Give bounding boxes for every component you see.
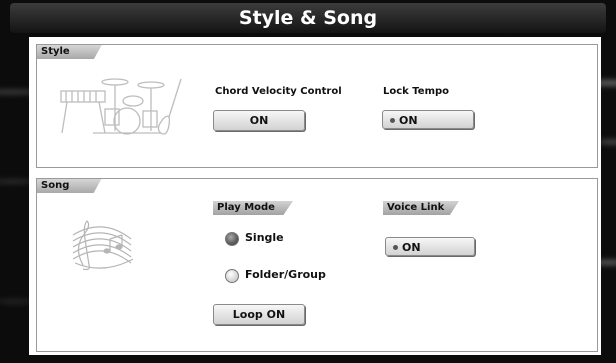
led-indicator-icon <box>393 245 398 250</box>
music-staff-icon <box>72 220 134 271</box>
style-panel-tab: Style <box>37 45 102 59</box>
radio-unselected-icon <box>225 269 239 283</box>
lock-tempo-button-label: ON <box>399 114 418 127</box>
led-indicator-icon <box>390 118 395 123</box>
style-panel: Style Chord Velocity Control ON Lock Tem… <box>36 44 598 168</box>
window-title: Style & Song <box>10 3 606 33</box>
voice-link-tab: Voice Link <box>383 201 459 215</box>
voice-link-button[interactable]: ON <box>385 237 475 256</box>
lock-tempo-button[interactable]: ON <box>382 110 474 129</box>
lock-tempo-label: Lock Tempo <box>383 86 450 97</box>
band-instruments-icon <box>60 78 182 135</box>
play-mode-tab: Play Mode <box>213 201 293 215</box>
loop-on-button[interactable]: Loop ON <box>213 304 305 325</box>
song-panel: Song Play Mode Single Folder/Group Loop … <box>36 178 598 352</box>
chord-velocity-button[interactable]: ON <box>213 110 305 131</box>
chord-velocity-label: Chord Velocity Control <box>215 86 342 97</box>
voice-link-button-label: ON <box>402 241 421 254</box>
main-screen: Style Chord Velocity Control ON Lock Tem… <box>29 37 601 355</box>
play-mode-option-label: Single <box>245 231 284 244</box>
song-panel-tab: Song <box>37 179 102 193</box>
play-mode-option-label: Folder/Group <box>245 268 326 281</box>
radio-selected-icon <box>225 232 239 246</box>
